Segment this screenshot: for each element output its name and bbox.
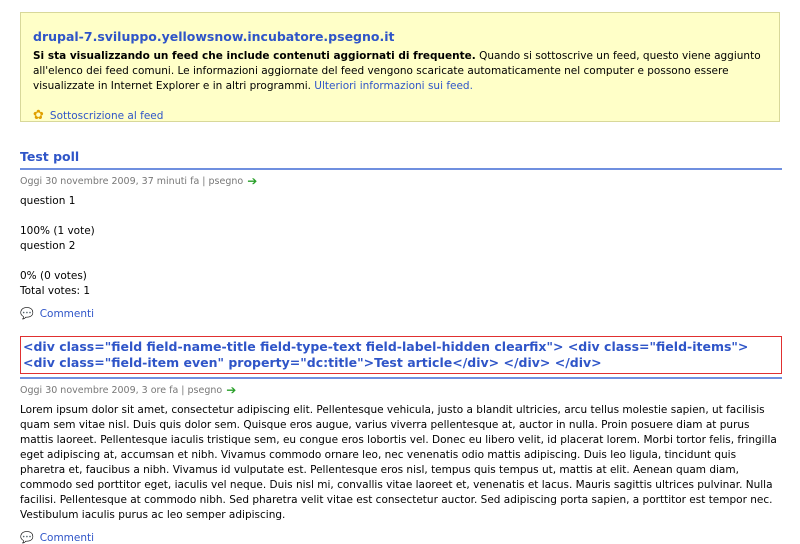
poll-node: Test poll Oggi 30 novembre 2009, 37 minu… (20, 149, 782, 320)
subscribe-feed-icon: ✿ (33, 108, 44, 123)
article-meta: Oggi 30 novembre 2009, 3 ore fa | psegno (20, 384, 223, 396)
poll-meta: Oggi 30 novembre 2009, 37 minuti fa | ps… (20, 175, 244, 187)
feed-title: drupal-7.sviluppo.yellowsnow.incubatore.… (33, 29, 395, 44)
article-title-link[interactable]: <div class="field field-name-title field… (23, 339, 748, 370)
feed-info-box: drupal-7.sviluppo.yellowsnow.incubatore.… (20, 12, 780, 123)
article-node: <div class="field field-name-title field… (20, 336, 782, 544)
article-comments-link[interactable]: Commenti (40, 532, 94, 544)
poll-choice-2: question 2 (20, 240, 76, 252)
arrow-right-icon[interactable]: ➔ (247, 174, 257, 188)
poll-total-votes: Total votes: 1 (20, 285, 91, 297)
poll-choice-1-result: 100% (1 vote) (20, 225, 95, 237)
arrow-right-icon[interactable]: ➔ (226, 383, 236, 397)
poll-title-link[interactable]: Test poll (20, 149, 79, 164)
poll-comments-link[interactable]: Commenti (40, 308, 94, 320)
feed-description: Si sta visualizzando un feed che include… (33, 49, 767, 94)
comment-bubble-icon: 💬 (20, 307, 34, 320)
comment-bubble-icon: 💬 (20, 531, 34, 544)
article-body: Lorem ipsum dolor sit amet, consectetur … (20, 404, 777, 521)
poll-choice-2-result: 0% (0 votes) (20, 270, 87, 282)
feed-description-bold: Si sta visualizzando un feed che include… (33, 50, 476, 62)
subscribe-feed-link[interactable]: Sottoscrizione al feed (50, 110, 164, 122)
poll-choice-1: question 1 (20, 195, 76, 207)
more-info-link[interactable]: Ulteriori informazioni sui feed. (314, 80, 473, 92)
